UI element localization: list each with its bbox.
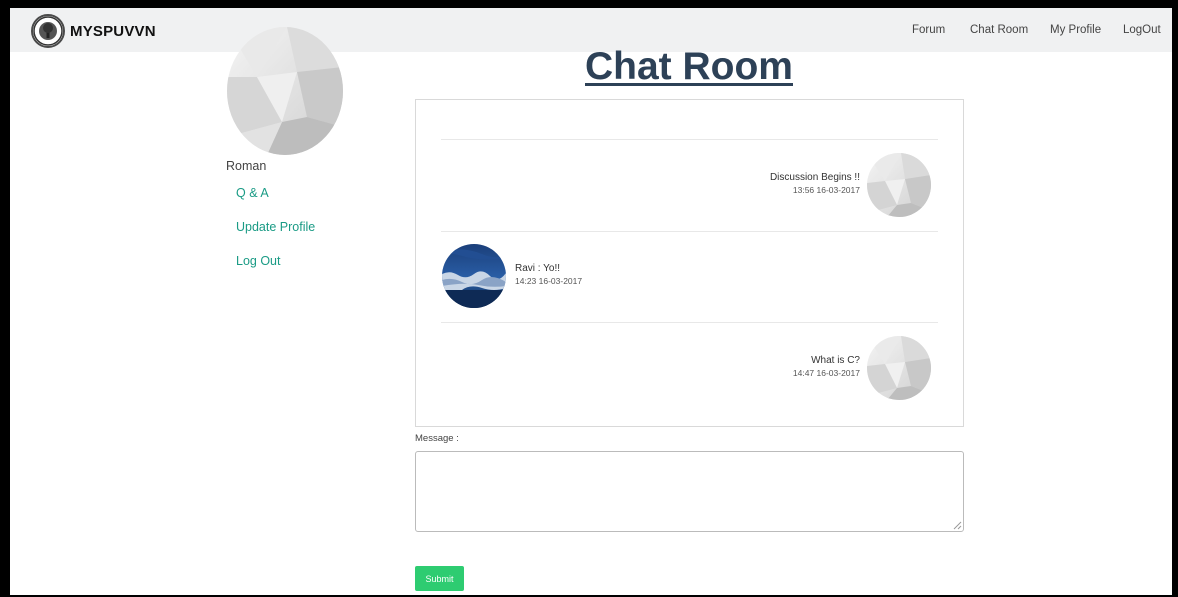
nav-forum[interactable]: Forum xyxy=(912,24,945,36)
message-time: 14:47 16-03-2017 xyxy=(792,368,860,378)
message-time: 13:56 16-03-2017 xyxy=(792,185,860,195)
sidebar-link-qa[interactable]: Q & A xyxy=(236,186,269,200)
message-text: Discussion Begins !! xyxy=(769,172,860,183)
nav-logout[interactable]: LogOut xyxy=(1123,24,1161,36)
sidebar-link-logout[interactable]: Log Out xyxy=(236,254,280,268)
message-text: Ravi : Yo!! xyxy=(515,263,561,274)
browser-viewport: MYSPUVVN Forum Chat Room My Profile LogO… xyxy=(10,8,1172,595)
sidebar-link-update-profile[interactable]: Update Profile xyxy=(236,220,315,234)
resize-handle-icon[interactable] xyxy=(953,521,962,530)
message-text: What is C? xyxy=(811,355,860,366)
brand[interactable]: MYSPUVVN xyxy=(31,14,156,48)
message-avatar xyxy=(867,336,931,400)
submit-button[interactable]: Submit xyxy=(415,566,464,591)
university-logo-icon xyxy=(31,14,65,48)
brand-name: MYSPUVVN xyxy=(70,22,156,40)
message-avatar xyxy=(442,244,506,308)
page-title: Chat Room xyxy=(585,45,793,88)
message-divider xyxy=(441,322,938,323)
chat-messages-panel[interactable]: Discussion Begins !! 13:56 16-03-2017 Ra… xyxy=(415,99,964,427)
message-textarea[interactable] xyxy=(415,451,964,532)
nav-chat-room[interactable]: Chat Room xyxy=(970,24,1028,36)
user-name: Roman xyxy=(226,159,267,173)
nav-my-profile[interactable]: My Profile xyxy=(1050,24,1101,36)
message-divider xyxy=(441,139,938,140)
message-divider xyxy=(441,231,938,232)
profile-avatar xyxy=(227,27,343,155)
message-label: Message : xyxy=(415,433,459,444)
message-time: 14:23 16-03-2017 xyxy=(515,276,583,286)
message-avatar xyxy=(867,153,931,217)
